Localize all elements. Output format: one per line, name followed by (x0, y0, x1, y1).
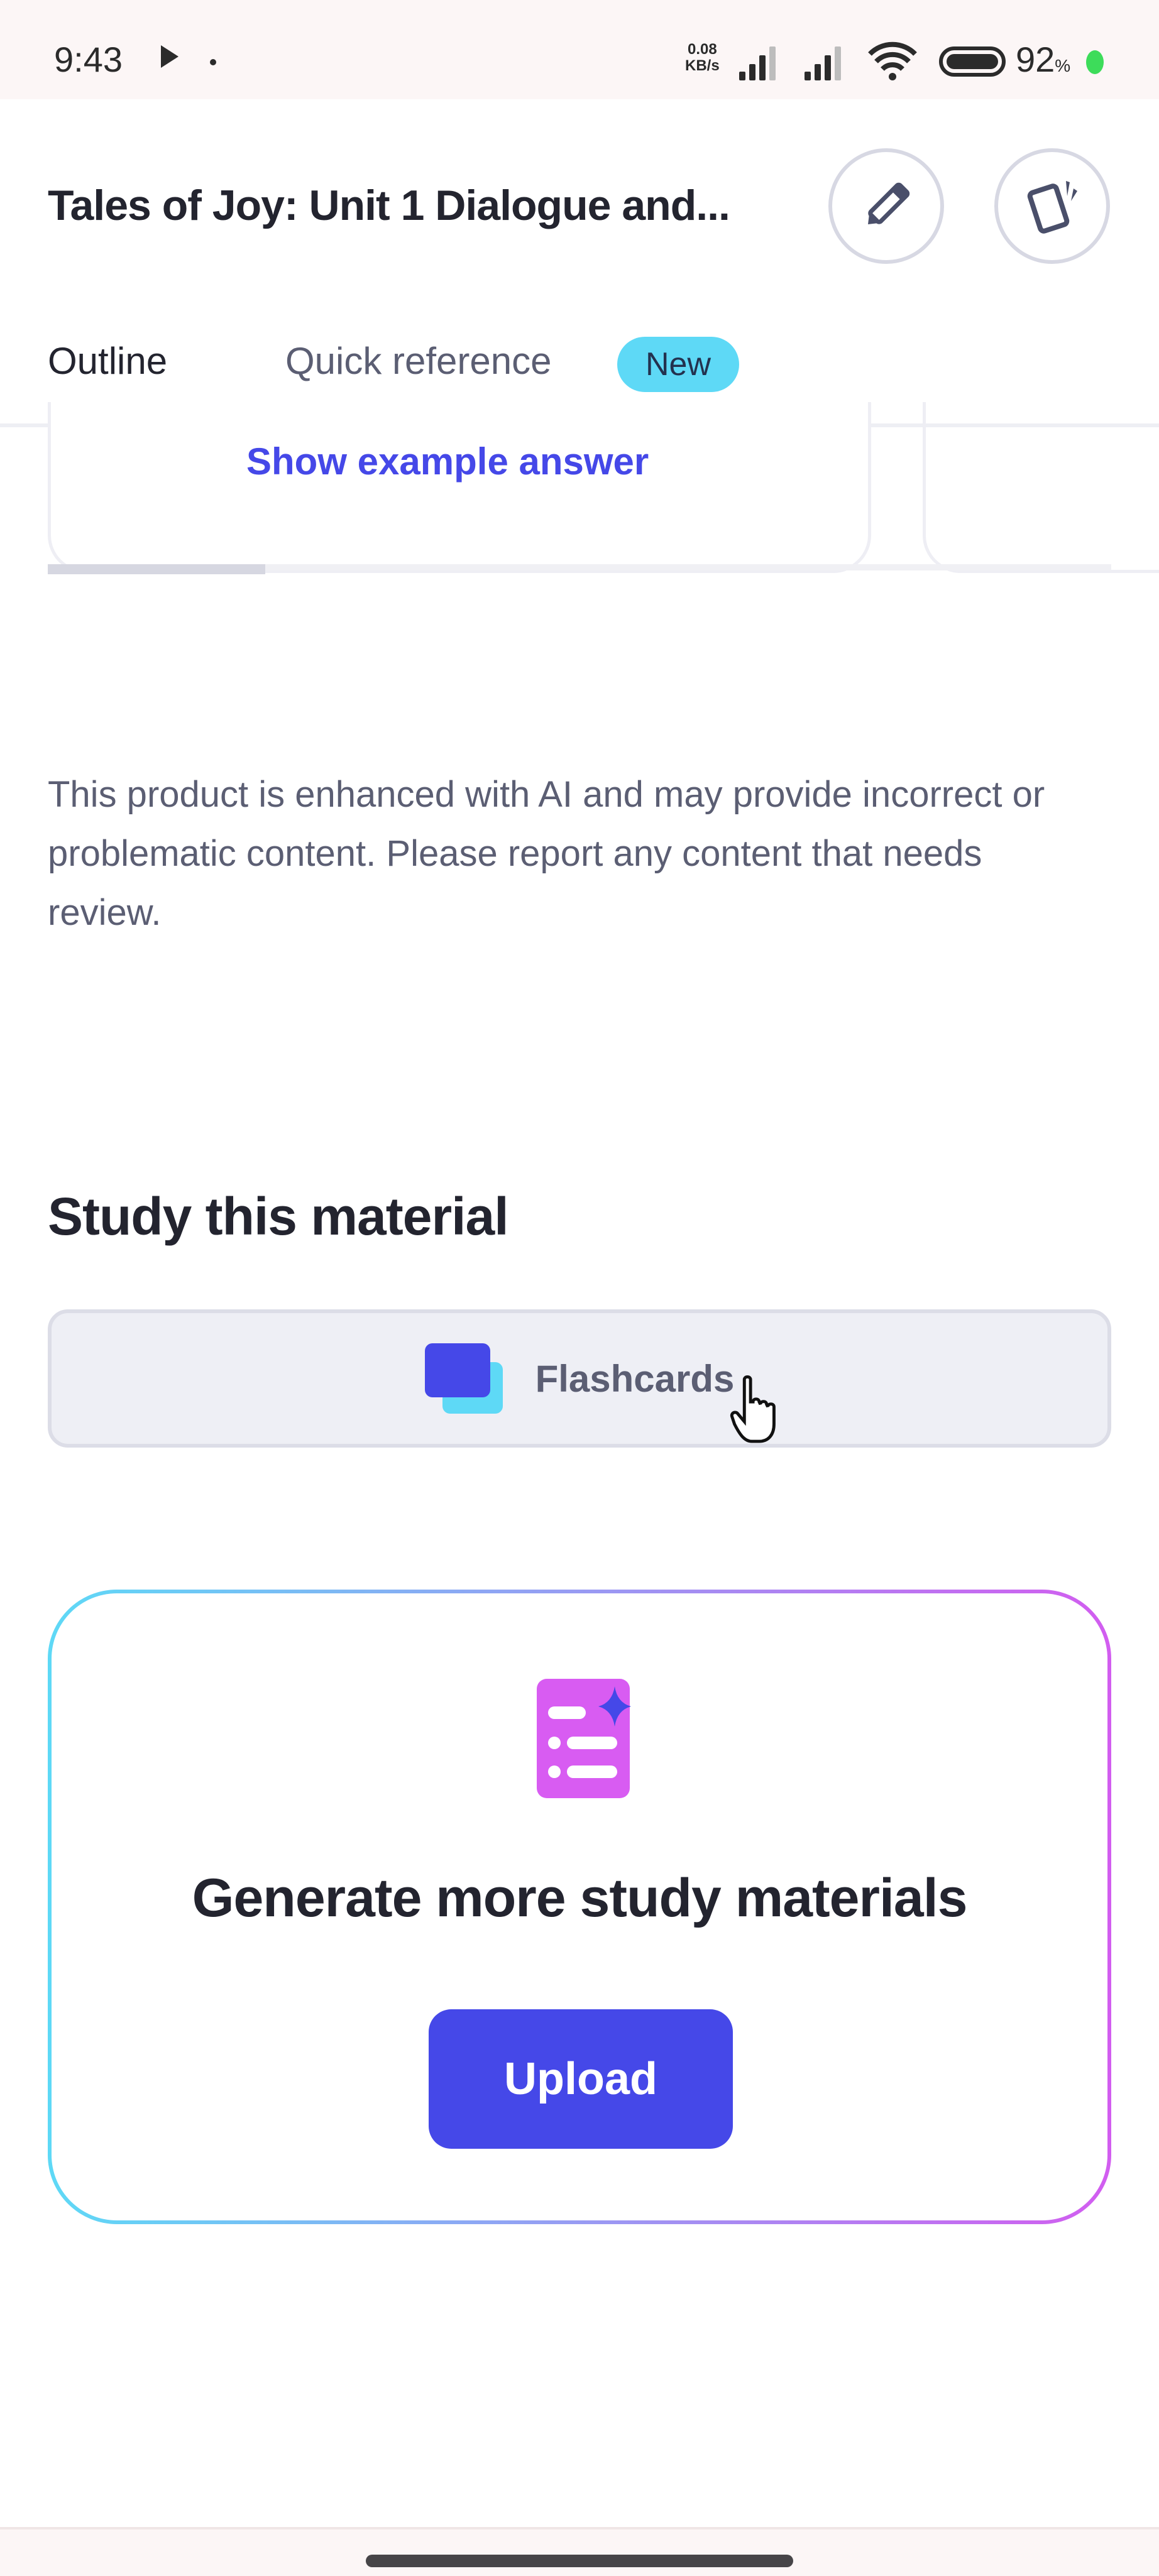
charging-indicator-icon (1086, 50, 1104, 74)
rotate-cards-button[interactable] (994, 148, 1110, 264)
next-question-card[interactable] (923, 402, 1159, 573)
network-speed: 0.08 KB/s (685, 41, 720, 74)
edit-button[interactable] (828, 148, 944, 264)
media-play-icon (161, 45, 179, 68)
rotate-device-icon (1027, 181, 1077, 234)
battery-percent: 92% (1016, 40, 1071, 79)
study-heading: Study this material (48, 1187, 509, 1246)
flashcards-icon (424, 1343, 508, 1414)
flashcards-button[interactable]: Flashcards (48, 1309, 1111, 1448)
system-nav-bar (0, 2527, 1159, 2576)
wifi-icon (868, 41, 917, 80)
network-speed-value: 0.08 (687, 41, 717, 58)
ai-document-icon (537, 1679, 631, 1798)
network-speed-unit: KB/s (685, 57, 720, 74)
flashcards-label: Flashcards (535, 1357, 735, 1400)
generate-materials-card: Generate more study materials Upload (48, 1590, 1111, 2224)
signal-1-icon (739, 44, 786, 80)
generate-title: Generate more study materials (192, 1868, 968, 1928)
show-example-answer-link[interactable]: Show example answer (246, 440, 649, 483)
question-card (48, 402, 871, 573)
page-title: Tales of Joy: Unit 1 Dialogue and... (48, 182, 730, 229)
status-bar: 9:43 0.08 KB/s 92% (0, 0, 1159, 99)
new-badge: New (617, 337, 739, 392)
signal-2-icon (805, 44, 851, 80)
upload-button[interactable]: Upload (429, 2009, 733, 2149)
ai-disclaimer: This product is enhanced with AI and may… (48, 774, 1045, 933)
home-gesture-handle[interactable] (366, 2555, 793, 2567)
pencil-icon (868, 182, 910, 224)
carousel-scroll-thumb[interactable] (48, 564, 265, 574)
tab-outline[interactable]: Outline (48, 339, 167, 383)
notification-dot-icon (210, 59, 216, 65)
tab-quick-reference[interactable]: Quick reference (285, 339, 552, 383)
status-time: 9:43 (54, 40, 123, 79)
hand-pointer-cursor-icon (730, 1375, 776, 1443)
battery-icon (939, 46, 1006, 77)
